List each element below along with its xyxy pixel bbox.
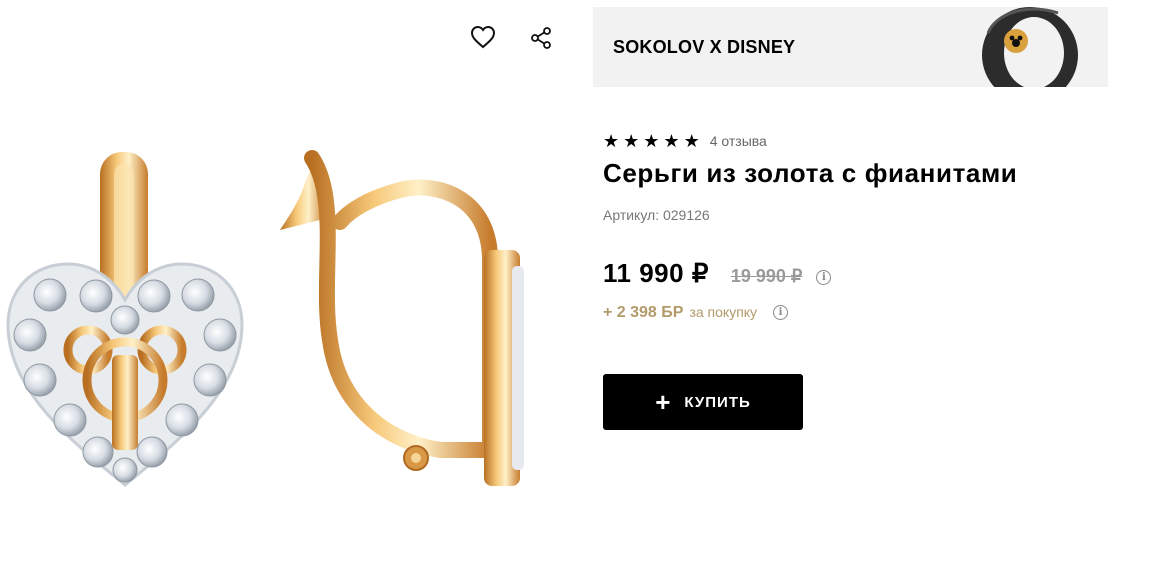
share-button[interactable] [526, 23, 556, 53]
price-row: 11 990 ₽ 19 990 ₽ i [603, 258, 832, 289]
buy-label: КУПИТЬ [684, 393, 751, 411]
bonus-info-icon[interactable]: i [773, 305, 789, 320]
price-info-icon[interactable]: i [816, 270, 832, 285]
ring-image [982, 7, 1078, 87]
favorite-button[interactable] [468, 22, 498, 52]
product-image [6, 150, 524, 487]
product-sku: Артикул: 029126 [603, 207, 710, 223]
rating: ★ ★ ★ ★ ★ 4 отзыва [603, 132, 767, 150]
star-icon: ★ [643, 131, 660, 151]
buy-button[interactable]: + КУПИТЬ [603, 374, 803, 430]
collab-banner[interactable]: SOKOLOV X DISNEY [593, 7, 1108, 87]
star-icon: ★ [663, 131, 680, 151]
star-icon: ★ [603, 131, 620, 151]
heart-icon [470, 25, 496, 49]
bonus-suffix: за покупку [689, 304, 758, 320]
rating-stars: ★ ★ ★ ★ ★ [603, 132, 700, 150]
bonus-row: + 2 398 БР за покупку i [603, 304, 789, 322]
product-gallery[interactable] [0, 0, 585, 567]
reviews-link[interactable]: 4 отзыва [710, 133, 767, 149]
old-price: 19 990 ₽ [730, 266, 803, 286]
plus-icon: + [655, 387, 671, 417]
bonus-points: + 2 398 БР [603, 304, 684, 321]
product-title: Серьги из золота с фианитами [603, 158, 1018, 188]
collab-title: SOKOLOV X DISNEY [613, 37, 796, 57]
current-price: 11 990 ₽ [603, 258, 709, 288]
star-icon: ★ [683, 131, 700, 151]
star-icon: ★ [623, 131, 640, 151]
share-icon [531, 27, 551, 49]
